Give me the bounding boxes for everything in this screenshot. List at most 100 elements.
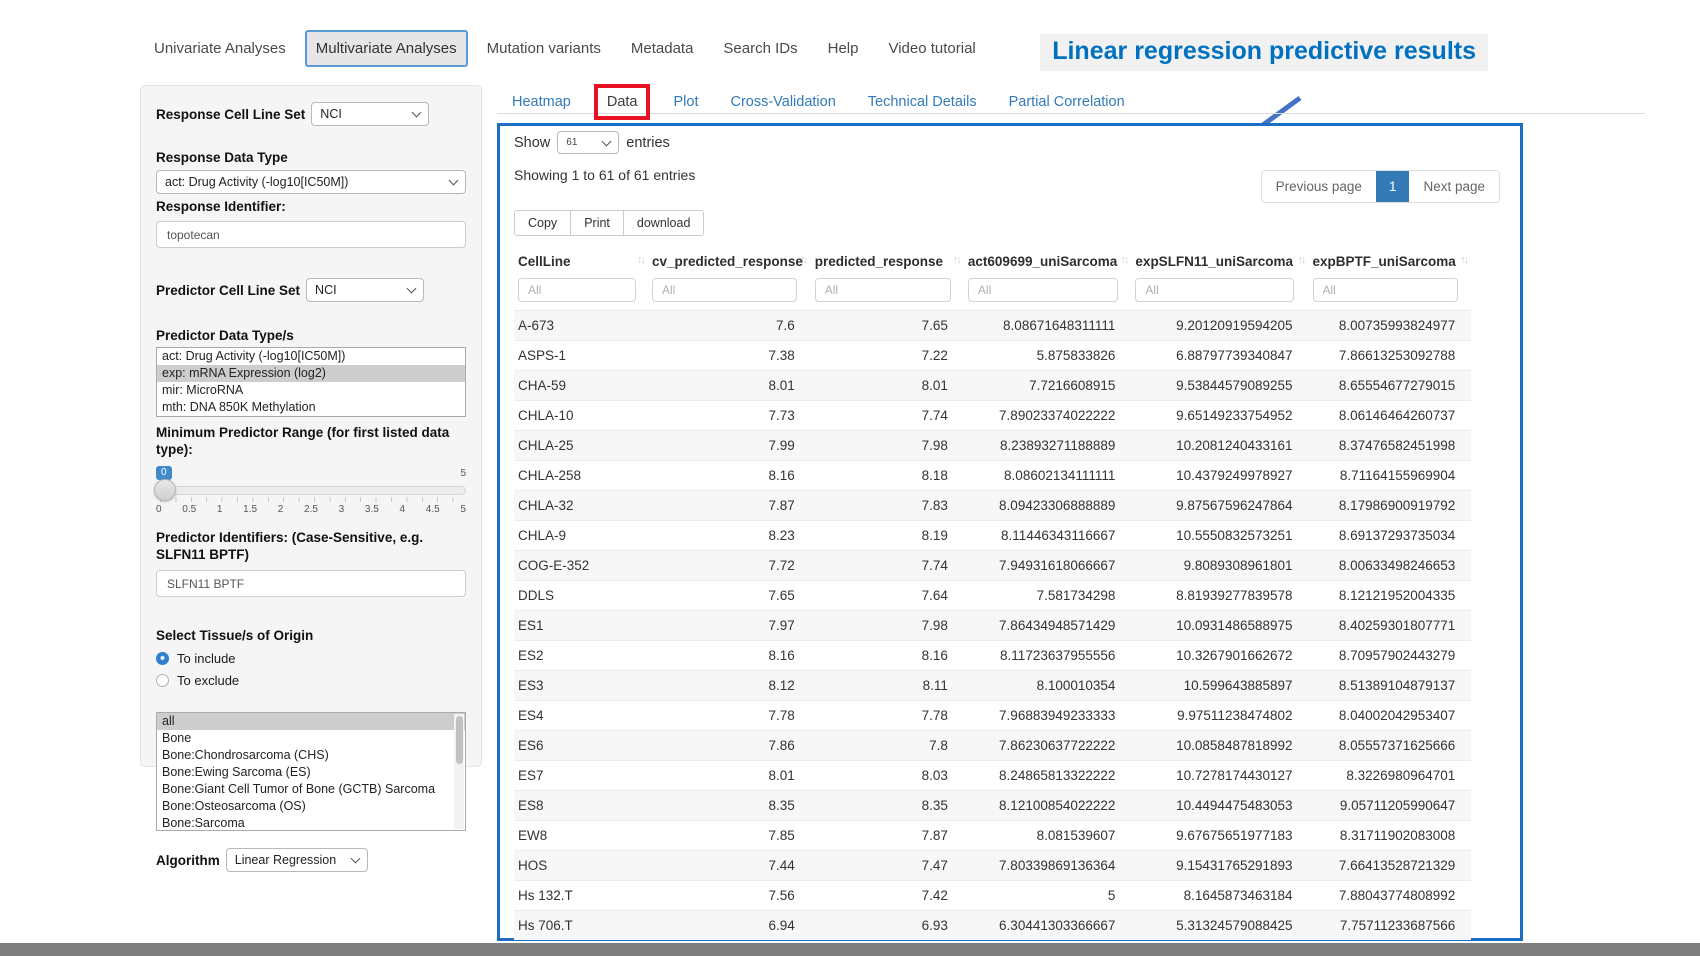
table-row[interactable]: ES78.018.038.2486581332222210.7278174430… — [514, 761, 1471, 791]
slider-track[interactable] — [156, 486, 466, 495]
option-bone-chondrosarcoma-chs[interactable]: Bone:Chondrosarcoma (CHS) — [157, 747, 465, 764]
value-cell: 7.74 — [811, 401, 964, 431]
tab-partial-correlation[interactable]: Partial Correlation — [1009, 94, 1125, 110]
table-row[interactable]: COG-E-3527.727.747.949316180666679.80893… — [514, 551, 1471, 581]
nav-tab-metadata[interactable]: Metadata — [620, 30, 705, 67]
table-row[interactable]: ASPS-17.387.225.8758338266.8879773934084… — [514, 341, 1471, 371]
option-exp-mrna-expression-log2[interactable]: exp: mRNA Expression (log2) — [157, 365, 465, 382]
nav-tab-univariate-analyses[interactable]: Univariate Analyses — [143, 30, 297, 67]
option-bone-osteosarcoma-os[interactable]: Bone:Osteosarcoma (OS) — [157, 798, 465, 815]
sort-icon[interactable]: ↑↓ — [637, 254, 644, 266]
column-header-act609699-unisarcoma[interactable]: ↑↓act609699_uniSarcoma — [964, 245, 1132, 276]
cellline-cell: ES4 — [514, 701, 648, 731]
table-row[interactable]: ES28.168.168.1172363795555610.3267901662… — [514, 641, 1471, 671]
download-button[interactable]: download — [623, 210, 705, 236]
algorithm-select[interactable]: Linear Regression — [226, 848, 368, 872]
predictor-data-type-list[interactable]: act: Drug Activity (-log10[IC50M])exp: m… — [156, 347, 466, 417]
filter-input-act609699-unisarcoma[interactable] — [968, 278, 1118, 302]
response-cell-line-set-select[interactable]: NCI — [311, 102, 429, 126]
table-row[interactable]: Hs 132.T7.567.4258.16458734631847.880437… — [514, 881, 1471, 911]
nav-tab-video-tutorial[interactable]: Video tutorial — [877, 30, 986, 67]
tab-heatmap[interactable]: Heatmap — [512, 94, 571, 110]
column-header-predicted-response[interactable]: ↑↓predicted_response — [811, 245, 964, 276]
table-row[interactable]: CHLA-257.997.988.2389327118888910.208124… — [514, 431, 1471, 461]
filter-input-cellline[interactable] — [518, 278, 636, 302]
radio-to-include[interactable]: To include — [156, 651, 466, 666]
next-page-button[interactable]: Next page — [1409, 171, 1499, 202]
table-row[interactable]: ES17.977.987.8643494857142910.0931486588… — [514, 611, 1471, 641]
slider-handle[interactable] — [154, 479, 176, 501]
table-row[interactable]: ES88.358.358.1210085402222210.4494475483… — [514, 791, 1471, 821]
value-cell: 10.4494475483053 — [1131, 791, 1308, 821]
predictor-cell-line-set-value: NCI — [315, 283, 337, 297]
response-data-type-select[interactable]: act: Drug Activity (-log10[IC50M]) — [156, 170, 466, 194]
option-bone-sarcoma[interactable]: Bone:Sarcoma — [157, 815, 465, 831]
radio-button-icon[interactable] — [156, 652, 169, 665]
sort-icon[interactable]: ↑↓ — [1120, 254, 1127, 266]
tissue-list[interactable]: allBoneBone:Chondrosarcoma (CHS)Bone:Ewi… — [156, 712, 466, 831]
column-header-cv-predicted-response[interactable]: ↑↓cv_predicted_response — [648, 245, 811, 276]
radio-button-icon[interactable] — [156, 674, 169, 687]
radio-label: To exclude — [177, 673, 239, 688]
tab-technical-details[interactable]: Technical Details — [868, 94, 977, 110]
nav-tab-multivariate-analyses[interactable]: Multivariate Analyses — [305, 30, 468, 67]
copy-button[interactable]: Copy — [514, 210, 571, 236]
option-all[interactable]: all — [157, 713, 465, 730]
value-cell: 8.01 — [648, 761, 811, 791]
sort-icon[interactable]: ↑↓ — [1298, 254, 1305, 266]
cellline-cell: CHA-59 — [514, 371, 648, 401]
column-header-expslfn11-unisarcoma[interactable]: ↑↓expSLFN11_uniSarcoma — [1131, 245, 1308, 276]
sort-icon[interactable]: ↑↓ — [953, 254, 960, 266]
nav-tab-mutation-variants[interactable]: Mutation variants — [476, 30, 612, 67]
table-row[interactable]: ES67.867.87.8623063772222210.08584878189… — [514, 731, 1471, 761]
predictor-cell-line-set-select[interactable]: NCI — [306, 278, 424, 302]
show-entries-select[interactable]: 61 — [557, 131, 619, 154]
filter-input-predicted-response[interactable] — [815, 278, 951, 302]
option-act-drug-activity-log10-ic50m[interactable]: act: Drug Activity (-log10[IC50M]) — [157, 348, 465, 365]
tissue-list-scrollbar[interactable] — [454, 714, 464, 829]
sort-icon[interactable]: ↑↓ — [1460, 254, 1467, 266]
response-identifier-input[interactable] — [156, 221, 466, 248]
tab-plot[interactable]: Plot — [673, 94, 698, 110]
option-bone[interactable]: Bone — [157, 730, 465, 747]
filter-input-expslfn11-unisarcoma[interactable] — [1135, 278, 1294, 302]
tab-data[interactable]: Data — [594, 84, 651, 120]
table-row[interactable]: CHLA-107.737.747.890233740222229.6514923… — [514, 401, 1471, 431]
table-row[interactable]: HOS7.447.477.803398691363649.15431765291… — [514, 851, 1471, 881]
nav-tab-help[interactable]: Help — [817, 30, 870, 67]
predictor-identifiers-input[interactable] — [156, 570, 466, 597]
filter-input-expbptf-unisarcoma[interactable] — [1313, 278, 1458, 302]
option-mth-dna-850k-methylation[interactable]: mth: DNA 850K Methylation — [157, 399, 465, 416]
table-row[interactable]: DDLS7.657.647.5817342988.819392778395788… — [514, 581, 1471, 611]
option-bone-giant-cell-tumor-of-bone-gctb-sarcoma[interactable]: Bone:Giant Cell Tumor of Bone (GCTB) Sar… — [157, 781, 465, 798]
table-row[interactable]: CHLA-98.238.198.1144634311666710.5550832… — [514, 521, 1471, 551]
current-page-button[interactable]: 1 — [1376, 171, 1410, 202]
option-mir-microrna[interactable]: mir: MicroRNA — [157, 382, 465, 399]
min-predictor-range-slider[interactable]: 0 5 00.511.522.533.544.55 — [156, 466, 466, 518]
value-cell: 8.23893271188889 — [964, 431, 1132, 461]
radio-to-exclude[interactable]: To exclude — [156, 673, 466, 688]
print-button[interactable]: Print — [570, 210, 624, 236]
table-row[interactable]: ES38.128.118.10001035410.5996438858978.5… — [514, 671, 1471, 701]
chevron-down-icon — [350, 854, 360, 864]
value-cell: 8.37476582451998 — [1309, 431, 1472, 461]
option-bone-ewing-sarcoma-es[interactable]: Bone:Ewing Sarcoma (ES) — [157, 764, 465, 781]
table-row[interactable]: ES47.787.787.968839492333339.97511238474… — [514, 701, 1471, 731]
value-cell: 7.97 — [648, 611, 811, 641]
previous-page-button[interactable]: Previous page — [1262, 171, 1376, 202]
nav-tab-search-ids[interactable]: Search IDs — [712, 30, 808, 67]
value-cell: 7.47 — [811, 851, 964, 881]
table-row[interactable]: Hs 706.T6.946.936.304413033666675.313245… — [514, 911, 1471, 941]
filter-input-cv-predicted-response[interactable] — [652, 278, 797, 302]
table-row[interactable]: CHLA-327.877.838.094233068888899.8756759… — [514, 491, 1471, 521]
column-header-expbptf-unisarcoma[interactable]: ↑↓expBPTF_uniSarcoma — [1309, 245, 1472, 276]
table-row[interactable]: EW87.857.878.0815396079.676756519771838.… — [514, 821, 1471, 851]
tab-cross-validation[interactable]: Cross-Validation — [730, 94, 835, 110]
value-cell: 8.24865813322222 — [964, 761, 1132, 791]
table-row[interactable]: CHA-598.018.017.72166089159.538445790892… — [514, 371, 1471, 401]
table-row[interactable]: A-6737.67.658.086716483111119.2012091959… — [514, 311, 1471, 341]
cellline-cell: Hs 706.T — [514, 911, 648, 941]
scrollbar-thumb[interactable] — [456, 716, 463, 764]
table-row[interactable]: CHLA-2588.168.188.0860213411111110.43792… — [514, 461, 1471, 491]
column-header-cellline[interactable]: ↑↓CellLine — [514, 245, 648, 276]
